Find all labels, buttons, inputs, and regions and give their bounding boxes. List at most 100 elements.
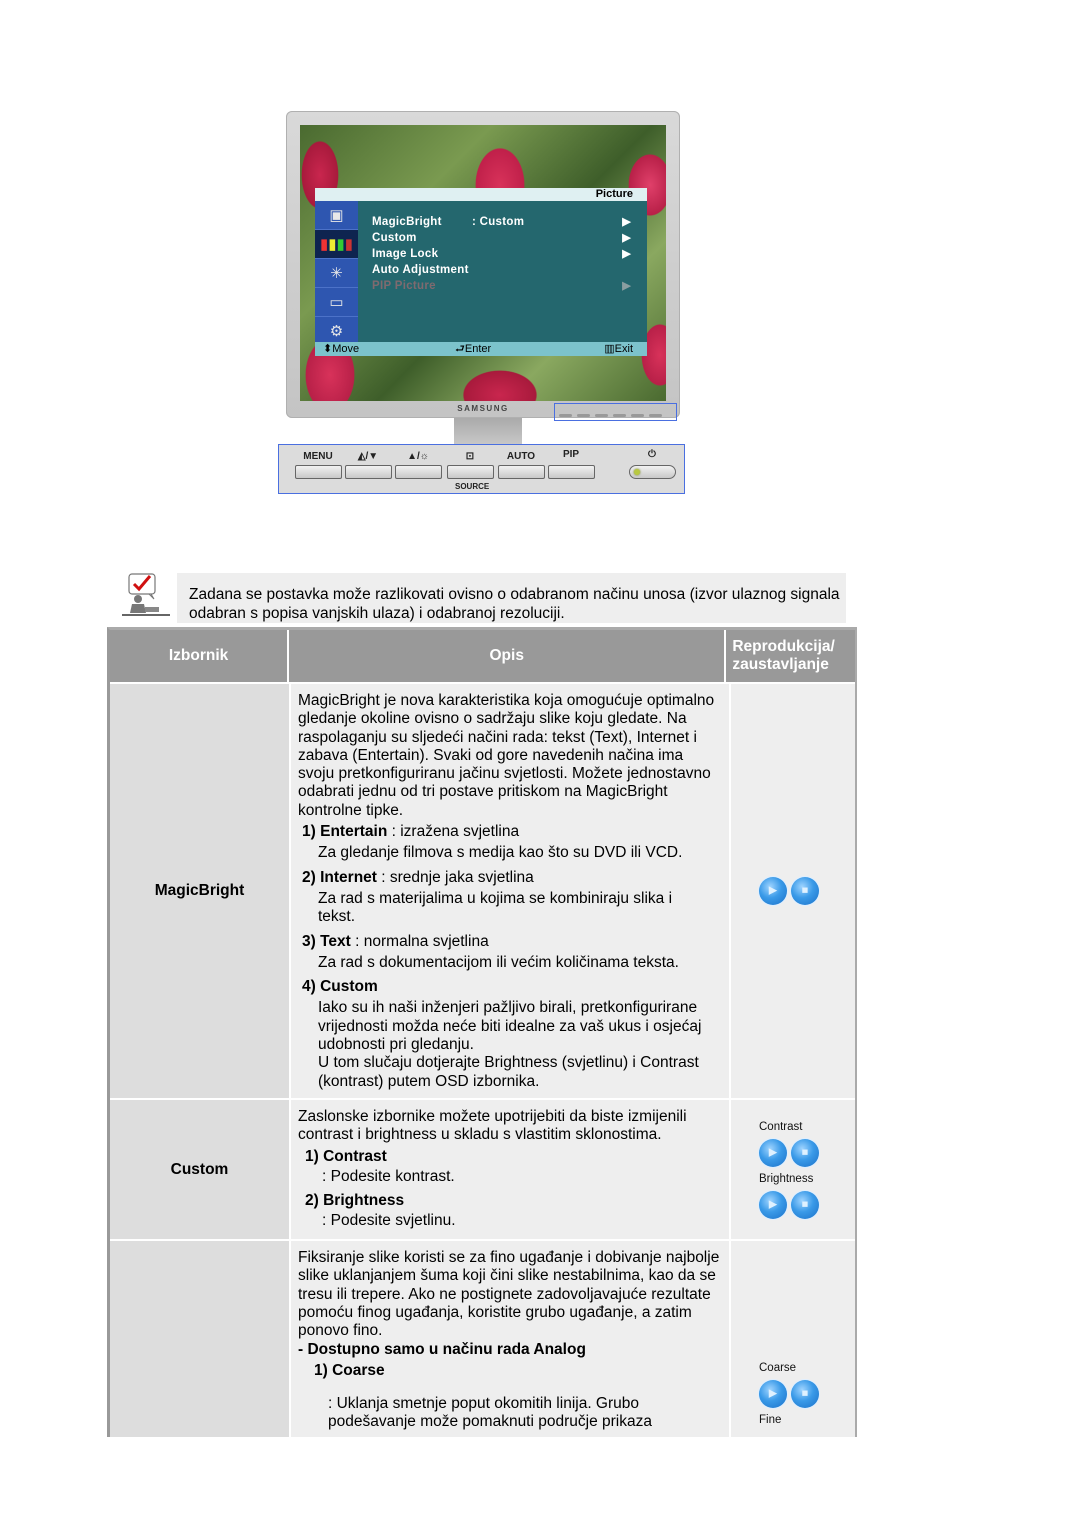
play-icon: ▶ xyxy=(768,1387,778,1400)
source-icon: ⊡ xyxy=(465,451,475,462)
item-num: 4) xyxy=(302,978,316,996)
osd-move-hint: ⬍Move xyxy=(323,343,360,355)
table-row-custom: Custom Zaslonske izbornike možete upotri… xyxy=(110,1100,855,1241)
description-intro: Zaslonske izbornike možete upotrijebiti … xyxy=(298,1108,687,1144)
coarse-play-button[interactable]: ▶ xyxy=(759,1380,787,1408)
stop-button[interactable]: ■ xyxy=(791,877,819,905)
contrast-play-button[interactable]: ▶ xyxy=(759,1139,787,1167)
osd-sidebar: ▣ ▮ ▮ ▮ ▮ ✳ ▭ ⚙ xyxy=(315,201,358,342)
stop-icon: ■ xyxy=(801,1198,809,1211)
option-contrast-desc: : Podesite kontrast. xyxy=(322,1167,455,1185)
auto-button-label: AUTO xyxy=(506,451,536,462)
item-suffix: : normalna svjetlina xyxy=(350,932,489,950)
menu-description: Fiksiranje slike koristi se za fino ugađ… xyxy=(291,1241,731,1437)
menu-description: Zaslonske izbornike možete upotrijebiti … xyxy=(291,1100,731,1239)
osd-item-custom: Custom ▶ xyxy=(372,230,631,246)
item-suffix: : srednje jaka svjetlina xyxy=(376,868,534,886)
mode-custom: 4) Custom xyxy=(302,978,729,996)
media-cell: Coarse ▶ ■ Fine xyxy=(731,1241,855,1437)
source-button[interactable] xyxy=(447,465,494,479)
monitor-stand xyxy=(454,418,522,445)
auto-button[interactable] xyxy=(498,465,545,479)
analog-only-note: - Dostupno samo u načinu rada Analog xyxy=(298,1341,586,1359)
coarse-label: Coarse xyxy=(759,1362,797,1374)
mode-custom-desc2: U tom slučaju dotjerajte Brightness (svj… xyxy=(318,1054,699,1090)
osd-item-value: : Custom xyxy=(472,216,525,228)
mode-internet-desc: Za rad s materijalima u kojima se kombin… xyxy=(318,889,673,926)
brightness-stop-button[interactable]: ■ xyxy=(791,1191,819,1219)
coarse-stop-button[interactable]: ■ xyxy=(791,1380,819,1408)
contrast-label: Contrast xyxy=(759,1121,803,1133)
mode-custom-desc: Iako su ih naši inženjeri pažljivo biral… xyxy=(318,999,702,1054)
arrow-right-icon: ▶ xyxy=(622,280,631,292)
magicbright-down-button[interactable] xyxy=(345,465,392,479)
table-row-magicbright: MagicBright MagicBright je nova karakter… xyxy=(110,684,855,1100)
mode-text-desc: Za rad s dokumentacijom ili većim količi… xyxy=(318,953,679,971)
item-num: 1) xyxy=(305,1147,319,1165)
mode-internet: 2) Internet : srednje jaka svjetlina xyxy=(302,869,729,887)
media-buttons: ▶ ■ xyxy=(759,877,819,905)
item-name: Custom xyxy=(320,978,378,996)
contrast-stop-button[interactable]: ■ xyxy=(791,1139,819,1167)
osd-enter-hint: ⮐Enter xyxy=(455,343,492,355)
fine-label: Fine xyxy=(759,1414,782,1426)
option-contrast: 1) Contrast xyxy=(305,1148,729,1166)
coarse-fine-media-buttons: ▶ ■ xyxy=(759,1380,819,1408)
stop-icon: ■ xyxy=(801,884,809,897)
brightness-play-button[interactable]: ▶ xyxy=(759,1191,787,1219)
note-text: Zadana se postavka može razlikovati ovis… xyxy=(177,573,846,623)
play-button[interactable]: ▶ xyxy=(759,877,787,905)
menu-table: Izbornik Opis Reprodukcija/ zaustavljanj… xyxy=(107,627,857,1437)
item-name: Coarse xyxy=(332,1361,385,1379)
play-icon: ▶ xyxy=(768,1198,778,1211)
description-intro: MagicBright je nova karakteristika koja … xyxy=(298,692,715,819)
media-cell: ▶ ■ xyxy=(731,684,855,1098)
mode-entertain-desc: Za gledanje filmova s medija kao što su … xyxy=(318,844,683,862)
contrast-media-buttons: ▶ ■ xyxy=(759,1139,819,1167)
monitor-illustration: Picture ▣ ▮ ▮ ▮ ▮ ✳ ▭ ⚙ MagicBright : Custo… xyxy=(286,111,680,421)
source-label: SOURCE xyxy=(455,482,490,491)
pip-button-label: PIP xyxy=(562,449,580,460)
pip-icon: ▭ xyxy=(315,288,358,317)
osd-item-label: MagicBright xyxy=(372,216,442,228)
brightness-media-buttons: ▶ ■ xyxy=(759,1191,819,1219)
setup-sliders-icon: ⚙ xyxy=(329,323,344,340)
arrow-right-icon: ▶ xyxy=(622,248,631,260)
play-icon: ▶ xyxy=(768,884,778,897)
column-header-izbornik: Izbornik xyxy=(110,630,290,682)
menu-name xyxy=(110,1241,291,1437)
item-name: Entertain xyxy=(320,823,388,841)
item-suffix: : izražena svjetlina xyxy=(387,823,520,841)
item-num: 2) xyxy=(302,868,316,886)
note-person-icon xyxy=(122,573,170,616)
osd-item-pip-picture: PIP Picture ▶ xyxy=(372,278,631,294)
mode-text: 3) Text : normalna svjetlina xyxy=(302,933,729,951)
option-coarse: 1) Coarse xyxy=(314,1362,729,1380)
power-button[interactable] xyxy=(629,465,676,479)
osd-title: Picture xyxy=(315,188,647,201)
osd-item-auto-adjustment: Auto Adjustment xyxy=(372,262,631,278)
menu-name: MagicBright xyxy=(110,684,291,1098)
control-panel: MENU ◭/▼ ▲/☼ ⊡ AUTO PIP ⏻ SOURCE xyxy=(278,444,685,494)
osd-item-magicbright: MagicBright : Custom ▶ xyxy=(372,214,631,230)
up-brightness-button[interactable] xyxy=(395,465,442,479)
item-num: 2) xyxy=(305,1192,319,1210)
item-name: Text xyxy=(320,932,351,950)
pip-button[interactable] xyxy=(548,465,595,479)
column-header-opis: Opis xyxy=(289,630,727,682)
menu-button[interactable] xyxy=(295,465,342,479)
item-name: Internet xyxy=(320,868,377,886)
osd-exit-hint: ▥Exit xyxy=(604,343,633,355)
osd-item-image-lock: Image Lock ▶ xyxy=(372,246,631,262)
osd-footer: ⬍Move ⮐Enter ▥Exit xyxy=(315,342,647,356)
osd-item-label: PIP Picture xyxy=(372,280,436,292)
column-header-reprodukcija: Reprodukcija/ zaustavljanje xyxy=(732,638,835,673)
media-cell: Contrast ▶ ■ Brightness ▶ ■ xyxy=(731,1100,855,1239)
osd-item-label: Auto Adjustment xyxy=(372,264,469,276)
osd-item-label: Custom xyxy=(372,232,417,244)
option-brightness: 2) Brightness xyxy=(305,1192,729,1210)
item-num: 3) xyxy=(302,932,316,950)
arrow-right-icon: ▶ xyxy=(622,216,631,228)
color-bars-icon: ▮ ▮ ▮ ▮ xyxy=(315,230,358,259)
arrow-right-icon: ▶ xyxy=(622,232,631,244)
